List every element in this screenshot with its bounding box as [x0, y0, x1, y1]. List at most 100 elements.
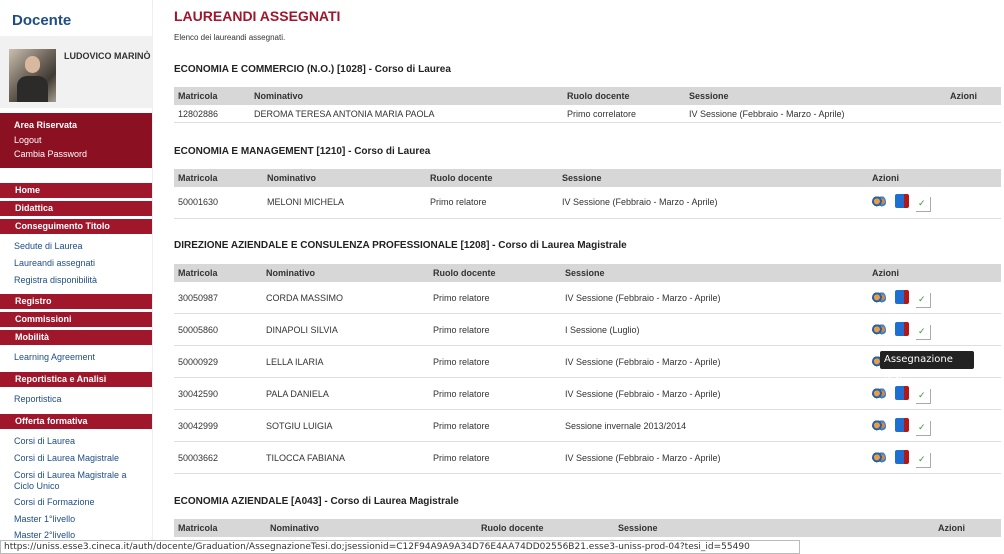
assign-thesis-icon[interactable]	[872, 451, 886, 465]
profile-box: LUDOVICO MARINÒ	[0, 36, 152, 108]
header-azioni: Azioni	[872, 173, 899, 183]
menu-master-1[interactable]: Master 1°livello	[14, 514, 144, 525]
table: Matricola Nominativo Ruolo docente Sessi…	[174, 87, 1001, 123]
cell-ruolo: Primo relatore	[433, 453, 490, 463]
cell-sessione: IV Sessione (Febbraio - Marzo - Aprile)	[562, 197, 718, 207]
header-matricola: Matricola	[178, 268, 218, 278]
header-sessione: Sessione	[618, 523, 658, 533]
table-row: 30042590 PALA DANIELA Primo relatore IV …	[174, 378, 1001, 410]
page-title: LAUREANDI ASSEGNATI	[174, 8, 341, 24]
check-icon[interactable]	[916, 325, 931, 340]
menu-mobilita[interactable]: Mobilità	[0, 330, 152, 345]
cell-sessione: I Sessione (Luglio)	[565, 325, 640, 335]
status-bar-url: https://uniss.esse3.cineca.it/auth/docen…	[0, 540, 800, 554]
header-matricola: Matricola	[178, 91, 218, 101]
profile-name: LUDOVICO MARINÒ	[64, 51, 151, 61]
cell-nominativo: MELONI MICHELA	[267, 197, 345, 207]
header-azioni: Azioni	[872, 268, 899, 278]
menu-offerta-formativa[interactable]: Offerta formativa	[0, 414, 152, 429]
cell-matricola: 50003662	[178, 453, 219, 463]
menu-sedute-laurea[interactable]: Sedute di Laurea	[14, 241, 144, 252]
check-icon[interactable]	[916, 389, 931, 404]
menu-commissioni[interactable]: Commissioni	[0, 312, 152, 327]
menu-corsi-laurea[interactable]: Corsi di Laurea	[14, 436, 144, 447]
cell-nominativo: CORDA MASSIMO	[266, 293, 344, 303]
check-icon[interactable]	[916, 421, 931, 436]
assign-thesis-icon[interactable]	[872, 323, 886, 337]
header-nominativo: Nominativo	[267, 173, 317, 183]
change-password-link[interactable]: Cambia Password	[14, 149, 87, 159]
assign-thesis-icon[interactable]	[872, 419, 886, 433]
header-azioni: Azioni	[950, 91, 977, 101]
cell-ruolo: Primo relatore	[433, 421, 490, 431]
cell-matricola: 30050987	[178, 293, 219, 303]
book-icon[interactable]	[895, 194, 909, 208]
cell-ruolo: Primo correlatore	[567, 109, 637, 119]
book-icon[interactable]	[895, 450, 909, 464]
header-nominativo: Nominativo	[266, 268, 316, 278]
section-title: DIREZIONE AZIENDALE E CONSULENZA PROFESS…	[174, 240, 627, 251]
table-row: 50000929 LELLA ILARIA Primo relatore IV …	[174, 346, 1001, 378]
menu-home[interactable]: Home	[0, 183, 152, 198]
cell-sessione: IV Sessione (Febbraio - Marzo - Aprile)	[689, 109, 845, 119]
menu-corsi-magistrale[interactable]: Corsi di Laurea Magistrale	[14, 453, 144, 464]
table: Matricola Nominativo Ruolo docente Sessi…	[174, 169, 1001, 219]
reserved-area: Area Riservata Logout Cambia Password	[0, 113, 152, 168]
menu-corsi-ciclo-unico[interactable]: Corsi di Laurea Magistrale a Ciclo Unico	[14, 470, 144, 492]
check-icon[interactable]	[916, 293, 931, 308]
header-ruolo: Ruolo docente	[481, 523, 544, 533]
cell-nominativo: LELLA ILARIA	[266, 357, 324, 367]
table-row: 30050987 CORDA MASSIMO Primo relatore IV…	[174, 282, 1001, 314]
cell-nominativo: PALA DANIELA	[266, 389, 329, 399]
sidebar-title: Docente	[12, 12, 72, 29]
header-nominativo: Nominativo	[270, 523, 320, 533]
menu-conseguimento-titolo[interactable]: Conseguimento Titolo	[0, 219, 152, 234]
logout-link[interactable]: Logout	[14, 135, 42, 145]
assign-thesis-icon[interactable]	[872, 387, 886, 401]
header-matricola: Matricola	[178, 173, 218, 183]
table-row: 50005860 DINAPOLI SILVIA Primo relatore …	[174, 314, 1001, 346]
assign-thesis-icon[interactable]	[872, 291, 886, 305]
check-icon[interactable]	[916, 453, 931, 468]
cell-matricola: 50005860	[178, 325, 219, 335]
tooltip: Assegnazione tesi	[880, 351, 974, 383]
menu-registra-disponibilita[interactable]: Registra disponibilità	[14, 275, 144, 286]
book-icon[interactable]	[895, 290, 909, 304]
cell-matricola: 50001630	[178, 197, 219, 207]
table-header: Matricola Nominativo Ruolo docente Sessi…	[174, 519, 1001, 537]
menu-didattica[interactable]: Didattica	[0, 201, 152, 216]
table: Matricola Nominativo Ruolo docente Sessi…	[174, 264, 1001, 474]
cell-nominativo: DINAPOLI SILVIA	[266, 325, 338, 335]
table-row: 50001630 MELONI MICHELA Primo relatore I…	[174, 187, 1001, 219]
table-header: Matricola Nominativo Ruolo docente Sessi…	[174, 169, 1001, 187]
cell-matricola: 30042590	[178, 389, 219, 399]
header-sessione: Sessione	[565, 268, 605, 278]
header-ruolo: Ruolo docente	[567, 91, 630, 101]
section-title: ECONOMIA E MANAGEMENT [1210] - Corso di …	[174, 146, 431, 157]
header-nominativo: Nominativo	[254, 91, 304, 101]
table-header: Matricola Nominativo Ruolo docente Sessi…	[174, 87, 1001, 105]
book-icon[interactable]	[895, 386, 909, 400]
cell-sessione: IV Sessione (Febbraio - Marzo - Aprile)	[565, 389, 721, 399]
book-icon[interactable]	[895, 418, 909, 432]
table-header: Matricola Nominativo Ruolo docente Sessi…	[174, 264, 1001, 282]
cell-sessione: IV Sessione (Febbraio - Marzo - Aprile)	[565, 357, 721, 367]
menu-reportistica-analisi[interactable]: Reportistica e Analisi	[0, 372, 152, 387]
menu-corsi-formazione[interactable]: Corsi di Formazione	[14, 497, 144, 508]
assign-thesis-icon[interactable]	[872, 195, 886, 209]
menu-reportistica[interactable]: Reportistica	[14, 394, 144, 405]
menu-learning-agreement[interactable]: Learning Agreement	[14, 352, 144, 363]
reserved-area-title: Area Riservata	[14, 120, 78, 130]
cell-sessione: Sessione invernale 2013/2014	[565, 421, 687, 431]
cell-ruolo: Primo relatore	[433, 357, 490, 367]
book-icon[interactable]	[895, 322, 909, 336]
menu-registro[interactable]: Registro	[0, 294, 152, 309]
cell-ruolo: Primo relatore	[430, 197, 487, 207]
table-row: 12802886 DEROMA TERESA ANTONIA MARIA PAO…	[174, 105, 1001, 123]
page-subtitle: Elenco dei laureandi assegnati.	[174, 33, 286, 42]
cell-sessione: IV Sessione (Febbraio - Marzo - Aprile)	[565, 293, 721, 303]
section-title: ECONOMIA E COMMERCIO (N.O.) [1028] - Cor…	[174, 64, 451, 75]
cell-matricola: 30042999	[178, 421, 219, 431]
check-icon[interactable]	[916, 197, 931, 212]
menu-laureandi-assegnati[interactable]: Laureandi assegnati	[14, 258, 144, 269]
